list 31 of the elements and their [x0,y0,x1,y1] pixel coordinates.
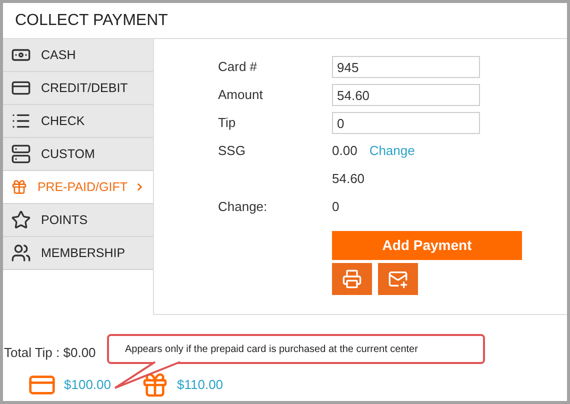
field-label: Tip [218,114,237,132]
sidebar-item[interactable]: CREDIT/DEBIT [3,72,153,105]
card-amount: $110.00 [177,376,224,394]
field-label: Card # [218,58,258,76]
sidebar-item[interactable]: CUSTOM [3,138,153,171]
envelope-icon [388,269,408,289]
card-amount: $100.00 [64,376,111,394]
input-field[interactable]: 945 [332,56,480,78]
input-field[interactable]: 0 [332,112,480,134]
sidebar-item[interactable]: CASH [3,39,153,72]
sidebar-item[interactable]: MEMBERSHIP [3,237,153,270]
change-value: 0 [332,198,340,216]
ssg-value: 0.00 [332,142,358,160]
printer-icon [342,269,362,289]
stacked-bars-icon [11,144,31,164]
sidebar-item[interactable]: CHECK [3,105,153,138]
print-button[interactable] [332,263,372,295]
input-field[interactable]: 54.60 [332,84,480,106]
callout-text: Appears only if the prepaid card is purchased at the current center [125,342,418,356]
sidebar-item[interactable]: POINTS [3,204,153,237]
total-tip: Total Tip : $0.00 [4,345,96,360]
field-label: Amount [218,86,264,104]
total-value: 54.60 [332,170,365,188]
field-label: Change: [218,198,268,216]
gift-icon [11,177,28,197]
gift-icon [141,371,169,399]
window-title: COLLECT PAYMENT [15,10,168,30]
field-label: SSG [218,142,246,160]
people-icon [11,243,31,263]
email-button[interactable] [378,263,418,295]
star-icon [11,210,31,230]
